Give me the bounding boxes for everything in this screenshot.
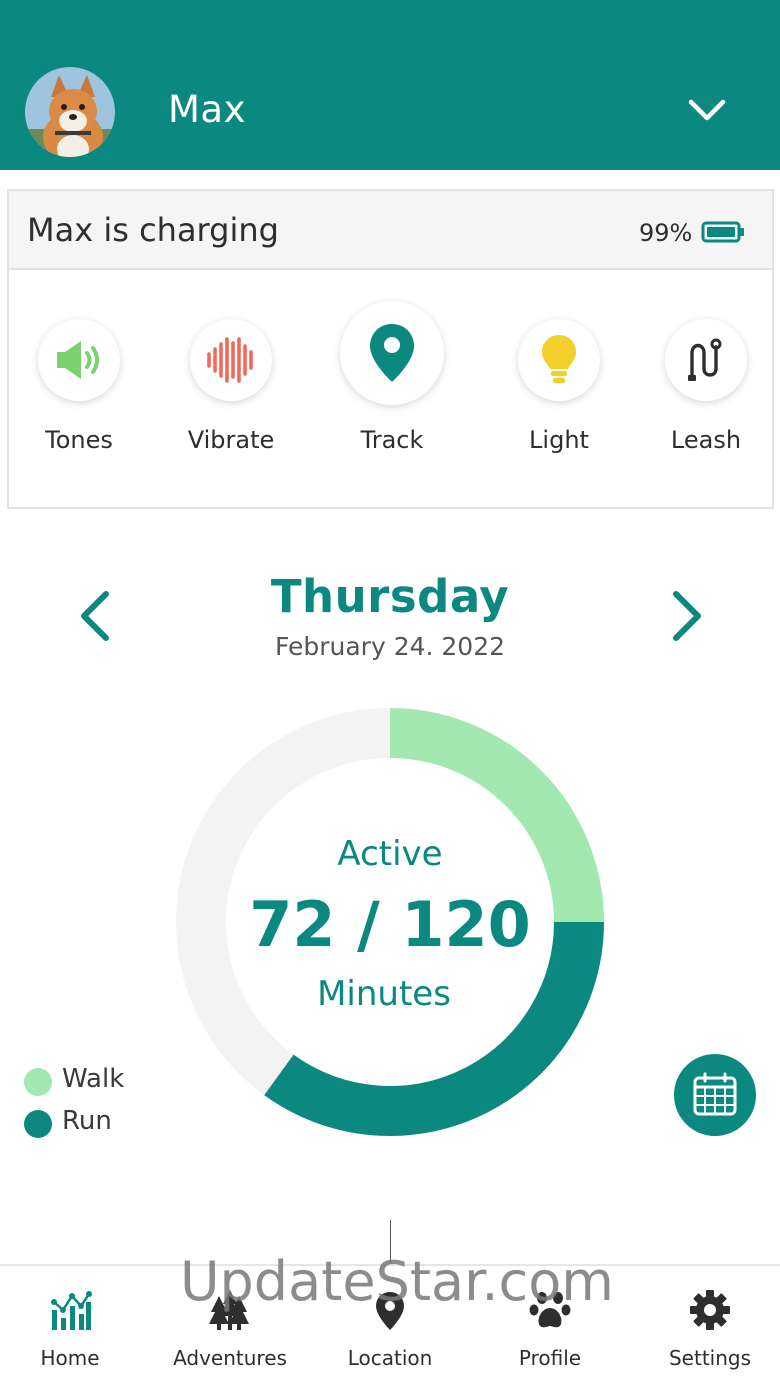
leash-button[interactable]: Leash (636, 271, 776, 454)
charging-status-bar: Max is charging 99% (9, 191, 772, 270)
light-button[interactable]: Light (489, 271, 629, 454)
run-label: Run (62, 1106, 112, 1136)
pet-avatar[interactable] (22, 64, 118, 160)
battery-percentage: 99% (639, 219, 693, 247)
vibrate-circle[interactable] (190, 319, 272, 401)
active-minutes-value: 72 / 120 (249, 888, 531, 961)
tab-profile-label: Profile (518, 1346, 582, 1370)
track-circle[interactable] (340, 301, 444, 405)
calendar-icon (693, 1072, 737, 1116)
gear-icon (690, 1290, 730, 1330)
light-label: Light (529, 426, 589, 454)
walk-label: Walk (62, 1064, 125, 1094)
tones-label: Tones (45, 426, 113, 454)
watermark: UpdateStar.com (180, 1250, 614, 1313)
speaker-icon (57, 341, 99, 379)
leash-label: Leash (670, 426, 742, 454)
chevron-down-icon[interactable] (686, 96, 728, 126)
chart-icon (51, 1291, 92, 1330)
light-circle[interactable] (518, 319, 600, 401)
vibrate-label: Vibrate (187, 426, 275, 454)
tab-adventures-label: Adventures (173, 1346, 287, 1370)
tab-location-label: Location (347, 1346, 433, 1370)
tab-home-label: Home (40, 1346, 100, 1370)
active-label: Active (337, 834, 443, 874)
quick-actions: Tones Vibrate Track Light Leash (9, 271, 772, 509)
day-title: Thursday (270, 570, 510, 623)
tones-button[interactable]: Tones (9, 271, 149, 454)
run-dot (24, 1110, 52, 1138)
track-label: Track (360, 426, 424, 454)
tab-home[interactable]: Home (0, 1266, 148, 1387)
vibrate-button[interactable]: Vibrate (161, 271, 301, 454)
tab-settings-label: Settings (668, 1346, 752, 1370)
device-panel: Max is charging 99% Tones Vibrate Track … (7, 189, 774, 509)
leash-icon (688, 338, 722, 381)
next-day-arrow-icon[interactable] (668, 590, 704, 642)
dog-photo (25, 67, 115, 157)
tones-circle[interactable] (38, 319, 120, 401)
minutes-label: Minutes (317, 974, 451, 1014)
location-pin-icon (370, 324, 414, 382)
calendar-button[interactable] (674, 1054, 756, 1136)
vibrate-icon (207, 337, 253, 383)
track-button[interactable]: Track (322, 271, 462, 454)
day-navigation: Thursday February 24. 2022 (0, 560, 780, 670)
tab-settings[interactable]: Settings (632, 1266, 780, 1387)
lightbulb-icon (542, 335, 576, 383)
charging-status-text: Max is charging (27, 211, 279, 249)
pet-name: Max (168, 88, 246, 131)
walk-dot (24, 1068, 52, 1096)
leash-circle[interactable] (665, 319, 747, 401)
activity-summary: Active 72 / 120 Minutes (174, 706, 606, 1138)
app-header: Max (0, 0, 780, 170)
date-subtitle: February 24. 2022 (274, 632, 506, 661)
battery-icon (701, 221, 744, 243)
